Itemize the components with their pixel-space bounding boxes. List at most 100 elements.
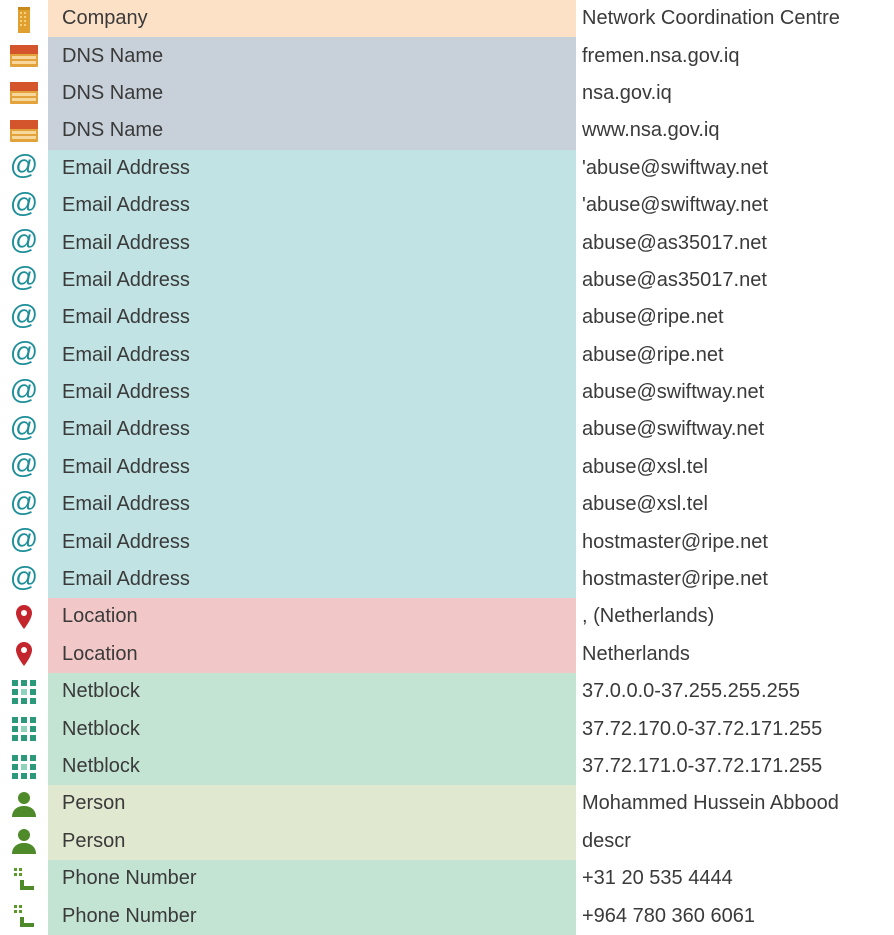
at-icon: @ bbox=[0, 262, 48, 299]
netblock-icon bbox=[0, 748, 48, 785]
entity-type-cell: Netblock bbox=[48, 747, 576, 786]
at-icon: @ bbox=[0, 561, 48, 598]
entity-type-cell: Email Address bbox=[48, 224, 576, 262]
table-row[interactable]: @ Email Address abuse@as35017.net bbox=[0, 224, 894, 262]
entity-type-cell: Email Address bbox=[48, 186, 576, 225]
entity-value-cell: hostmaster@ripe.net bbox=[582, 530, 768, 553]
entity-value-cell: abuse@swiftway.net bbox=[582, 381, 765, 404]
table-row[interactable]: Company Network Coordination Centre bbox=[0, 0, 894, 38]
table-row[interactable]: Person Mohammed Hussein Abbood bbox=[0, 785, 894, 823]
table-row[interactable]: Netblock 37.0.0.0-37.255.255.255 bbox=[0, 673, 894, 711]
entity-type-cell: Email Address bbox=[48, 149, 576, 187]
at-symbol: @ bbox=[9, 560, 39, 592]
table-row[interactable]: Netblock 37.72.170.0-37.72.171.255 bbox=[0, 710, 894, 748]
entity-value-cell: abuse@as35017.net bbox=[582, 231, 767, 254]
at-symbol: @ bbox=[9, 523, 39, 555]
person-icon bbox=[0, 823, 48, 860]
table-row[interactable]: @ Email Address hostmaster@ripe.net bbox=[0, 523, 894, 561]
entity-value-cell: +31 20 535 4444 bbox=[582, 867, 733, 890]
at-symbol: @ bbox=[9, 186, 39, 218]
entity-value-cell: 'abuse@swiftway.net bbox=[582, 156, 769, 179]
entity-value-cell: fremen.nsa.gov.iq bbox=[582, 44, 740, 67]
table-row[interactable]: Person descr bbox=[0, 822, 894, 860]
entity-type-cell: Email Address bbox=[48, 299, 576, 337]
table-row[interactable]: @ Email Address abuse@ripe.net bbox=[0, 299, 894, 337]
table-row[interactable]: DNS Name fremen.nsa.gov.iq bbox=[0, 37, 894, 75]
at-symbol: @ bbox=[9, 410, 39, 442]
entity-type-cell: Email Address bbox=[48, 336, 576, 374]
at-symbol: @ bbox=[9, 448, 39, 480]
table-row[interactable]: @ Email Address abuse@xsl.tel bbox=[0, 448, 894, 487]
entity-value-cell: 'abuse@swiftway.net bbox=[582, 194, 769, 217]
table-row[interactable]: Phone Number +31 20 535 4444 bbox=[0, 859, 894, 898]
entity-value-cell: descr bbox=[582, 829, 631, 852]
entity-type-cell: Person bbox=[48, 785, 576, 823]
at-icon: @ bbox=[0, 374, 48, 411]
at-icon: @ bbox=[0, 299, 48, 336]
entity-value-cell: abuse@ripe.net bbox=[582, 306, 724, 329]
at-symbol: @ bbox=[9, 336, 39, 368]
table-row[interactable]: DNS Name nsa.gov.iq bbox=[0, 74, 894, 113]
entity-type-cell: Company bbox=[48, 0, 576, 38]
table-row[interactable]: @ Email Address abuse@swiftway.net bbox=[0, 410, 894, 449]
entity-type-cell: Location bbox=[48, 635, 576, 674]
entity-type-cell: DNS Name bbox=[48, 112, 576, 150]
table-row[interactable]: DNS Name www.nsa.gov.iq bbox=[0, 112, 894, 150]
table-row[interactable]: @ Email Address 'abuse@swiftway.net bbox=[0, 186, 894, 225]
at-symbol: @ bbox=[9, 224, 39, 256]
table-row[interactable]: Phone Number +964 780 360 6061 bbox=[0, 897, 894, 935]
dns-icon bbox=[0, 37, 48, 74]
entity-value-cell: 37.72.170.0-37.72.171.255 bbox=[582, 717, 823, 740]
entity-value-cell: www.nsa.gov.iq bbox=[582, 119, 720, 142]
entity-value-cell: +964 780 360 6061 bbox=[582, 904, 755, 927]
at-symbol: @ bbox=[9, 298, 39, 330]
entity-value-cell: abuse@as35017.net bbox=[582, 268, 767, 291]
entity-type-cell: Email Address bbox=[48, 411, 576, 449]
at-icon: @ bbox=[0, 486, 48, 523]
phone-icon bbox=[0, 897, 48, 934]
at-symbol: @ bbox=[9, 149, 39, 181]
entity-value-cell: Network Coordination Centre bbox=[582, 7, 840, 30]
table-row[interactable]: @ Email Address 'abuse@swiftway.net bbox=[0, 149, 894, 187]
table-row[interactable]: @ Email Address abuse@as35017.net bbox=[0, 261, 894, 300]
entity-type-cell: Email Address bbox=[48, 523, 576, 561]
entity-type-cell: DNS Name bbox=[48, 37, 576, 75]
netblock-icon bbox=[0, 710, 48, 747]
dns-icon bbox=[0, 112, 48, 149]
at-icon: @ bbox=[0, 337, 48, 374]
entity-type-cell: Netblock bbox=[48, 673, 576, 711]
building-icon bbox=[0, 0, 48, 37]
table-row[interactable]: Location Netherlands bbox=[0, 635, 894, 674]
entity-type-cell: Email Address bbox=[48, 261, 576, 300]
entity-value-cell: Netherlands bbox=[582, 642, 690, 665]
table-row[interactable]: Netblock 37.72.171.0-37.72.171.255 bbox=[0, 747, 894, 786]
at-icon: @ bbox=[0, 187, 48, 224]
entity-type-cell: Email Address bbox=[48, 486, 576, 524]
entity-value-cell: nsa.gov.iq bbox=[582, 81, 672, 104]
entity-type-cell: Phone Number bbox=[48, 859, 576, 898]
table-row[interactable]: @ Email Address abuse@xsl.tel bbox=[0, 486, 894, 524]
at-icon: @ bbox=[0, 523, 48, 560]
entity-type-cell: Email Address bbox=[48, 373, 576, 412]
entity-type-cell: Netblock bbox=[48, 710, 576, 748]
at-icon: @ bbox=[0, 224, 48, 261]
netblock-icon bbox=[0, 673, 48, 710]
entity-value-cell: hostmaster@ripe.net bbox=[582, 568, 768, 591]
entity-table: Company Network Coordination Centre DNS Na… bbox=[0, 0, 894, 935]
entity-type-cell: Location bbox=[48, 598, 576, 636]
entity-value-cell: abuse@xsl.tel bbox=[582, 455, 708, 478]
table-row[interactable]: @ Email Address abuse@ripe.net bbox=[0, 336, 894, 374]
at-icon: @ bbox=[0, 150, 48, 187]
entity-value-cell: abuse@swiftway.net bbox=[582, 418, 765, 441]
entity-value-cell: 37.72.171.0-37.72.171.255 bbox=[582, 755, 823, 777]
person-icon bbox=[0, 785, 48, 822]
phone-icon bbox=[0, 860, 48, 897]
entity-type-cell: Email Address bbox=[48, 448, 576, 487]
entity-type-cell: Email Address bbox=[48, 560, 576, 599]
table-row[interactable]: @ Email Address abuse@swiftway.net bbox=[0, 373, 894, 412]
at-symbol: @ bbox=[9, 485, 39, 517]
table-row[interactable]: @ Email Address hostmaster@ripe.net bbox=[0, 560, 894, 599]
table-row[interactable]: Location , (Netherlands) bbox=[0, 598, 894, 636]
at-symbol: @ bbox=[9, 373, 39, 405]
entity-type-cell: Person bbox=[48, 822, 576, 860]
